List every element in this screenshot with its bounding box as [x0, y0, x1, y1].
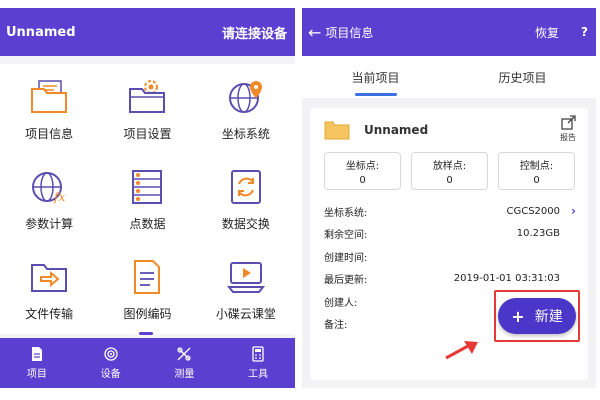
info-row-coord-system[interactable]: 坐标系统: CGCS2000 ›	[324, 200, 584, 223]
project-icon	[31, 347, 42, 361]
point-stats: 坐标点: 0 放样点: 0 控制点: 0	[324, 152, 575, 190]
info-label: 创建时间:	[324, 252, 368, 264]
info-value: 2019-01-01 03:31:03	[453, 273, 560, 285]
tab-label: 历史项目	[498, 70, 547, 85]
folder-icon	[324, 121, 350, 140]
help-button[interactable]: ?	[581, 25, 588, 39]
grid-item-point-data[interactable]: 点数据	[98, 154, 196, 244]
info-label: 坐标系统:	[324, 207, 368, 219]
report-share-icon	[561, 115, 576, 130]
data-exchange-icon	[230, 169, 261, 204]
stat-value: 0	[359, 174, 366, 186]
stat-label: 控制点:	[519, 160, 554, 172]
stat-coordinate-points: 坐标点: 0	[324, 152, 401, 190]
tools-icon	[252, 346, 264, 362]
connect-device-button[interactable]: 请连接设备	[222, 23, 287, 42]
new-button-label: 新建	[534, 309, 563, 325]
grid-item-label: 参数计算	[25, 216, 74, 231]
function-grid: 项目信息 项目设置 坐标系统 fx 参数计算 点数据 数据交换 文件传输 图例编…	[0, 64, 295, 334]
info-value: CGCS2000	[506, 205, 560, 217]
nav-label: 测量	[174, 369, 195, 380]
grid-item-label: 图例编码	[123, 306, 172, 321]
project-title: Unnamed	[6, 24, 76, 40]
chevron-right-icon: ›	[571, 204, 576, 219]
file-transfer-icon	[31, 263, 68, 292]
back-arrow-icon[interactable]: ←	[308, 23, 321, 42]
stat-label: 坐标点:	[345, 160, 380, 172]
grid-item-project-settings[interactable]: 项目设置	[98, 64, 196, 154]
nav-item-measure[interactable]: 测量	[148, 338, 222, 388]
svg-text:fx: fx	[53, 190, 65, 204]
stat-label: 放样点:	[432, 160, 467, 172]
grid-item-label: 文件传输	[25, 306, 74, 321]
grid-item-label: 数据交换	[221, 216, 270, 231]
info-label: 剩余空间:	[324, 230, 368, 242]
new-project-button[interactable]: + 新建	[498, 298, 576, 334]
grid-item-label: 坐标系统	[221, 126, 270, 141]
info-row-created-time: 创建时间:	[324, 245, 584, 268]
grid-item-file-transfer[interactable]: 文件传输	[0, 244, 98, 334]
nav-label: 项目	[26, 369, 47, 380]
grid-item-label: 项目信息	[25, 126, 74, 141]
project-tabs: 当前项目 历史项目	[302, 56, 596, 98]
app-header: Unnamed 请连接设备	[0, 8, 295, 56]
tab-history-project[interactable]: 历史项目	[449, 56, 596, 98]
stat-control-points: 控制点: 0	[498, 152, 575, 190]
grid-item-label: 点数据	[129, 216, 166, 231]
stat-value: 0	[533, 174, 540, 186]
red-pointer-arrow-icon	[445, 341, 478, 360]
globe-pin-icon	[228, 80, 262, 113]
tab-current-project[interactable]: 当前项目	[302, 56, 449, 98]
nav-item-tools[interactable]: 工具	[221, 338, 295, 388]
nav-label: 设备	[100, 369, 121, 380]
new-button-highlight: + 新建	[494, 290, 580, 342]
nav-item-project[interactable]: 项目	[0, 338, 74, 388]
nav-item-device[interactable]: 设备	[74, 338, 148, 388]
tab-label: 当前项目	[351, 70, 400, 85]
grid-item-label: 小碟云课堂	[215, 306, 276, 321]
plus-icon: +	[511, 306, 525, 326]
legend-doc-icon	[134, 259, 161, 294]
grid-item-label: 项目设置	[123, 126, 172, 141]
report-button[interactable]: 报告	[560, 114, 576, 143]
info-value: 10.23GB	[516, 228, 560, 240]
bottom-nav: 项目 设备 测量 工具	[0, 338, 295, 388]
grid-item-coordinate-system[interactable]: 坐标系统	[197, 64, 295, 154]
restore-button[interactable]: 恢复	[535, 24, 559, 41]
grid-item-legend-code[interactable]: 图例编码	[98, 244, 196, 334]
project-name-row: Unnamed	[324, 120, 428, 140]
grid-item-project-info[interactable]: 项目信息	[0, 64, 98, 154]
folder-gear-icon	[129, 79, 166, 113]
info-label: 创建人:	[324, 297, 358, 309]
right-screen: ← 项目信息 恢复 ? 当前项目 历史项目 Unnamed 报告 坐标点: 0 …	[302, 8, 596, 388]
measure-icon	[177, 347, 191, 361]
info-row-last-updated: 最后更新: 2019-01-01 03:31:03	[324, 268, 584, 291]
stat-value: 0	[446, 174, 453, 186]
point-list-icon	[132, 169, 163, 204]
stat-stakeout-points: 放样点: 0	[411, 152, 488, 190]
project-info-header: ← 项目信息 恢复 ?	[302, 8, 596, 56]
page-indicator	[139, 332, 153, 335]
project-name: Unnamed	[364, 123, 429, 137]
nav-label: 工具	[248, 369, 269, 380]
info-label: 备注:	[324, 320, 348, 332]
left-screen: Unnamed 请连接设备 项目信息 项目设置 坐标系统 fx 参数计算 点数据…	[0, 8, 295, 388]
report-label: 报告	[560, 133, 576, 142]
cloud-classroom-icon	[226, 261, 265, 293]
globe-fx-icon: fx	[32, 171, 66, 204]
folder-doc-icon	[31, 79, 68, 113]
info-row-free-space: 剩余空间: 10.23GB	[324, 223, 584, 246]
grid-item-data-exchange[interactable]: 数据交换	[197, 154, 295, 244]
info-label: 最后更新:	[324, 275, 368, 287]
page-title: 项目信息	[325, 25, 374, 40]
grid-item-parameter-calc[interactable]: fx 参数计算	[0, 154, 98, 244]
device-icon	[103, 347, 118, 361]
grid-item-cloud-classroom[interactable]: 小碟云课堂	[197, 244, 295, 334]
